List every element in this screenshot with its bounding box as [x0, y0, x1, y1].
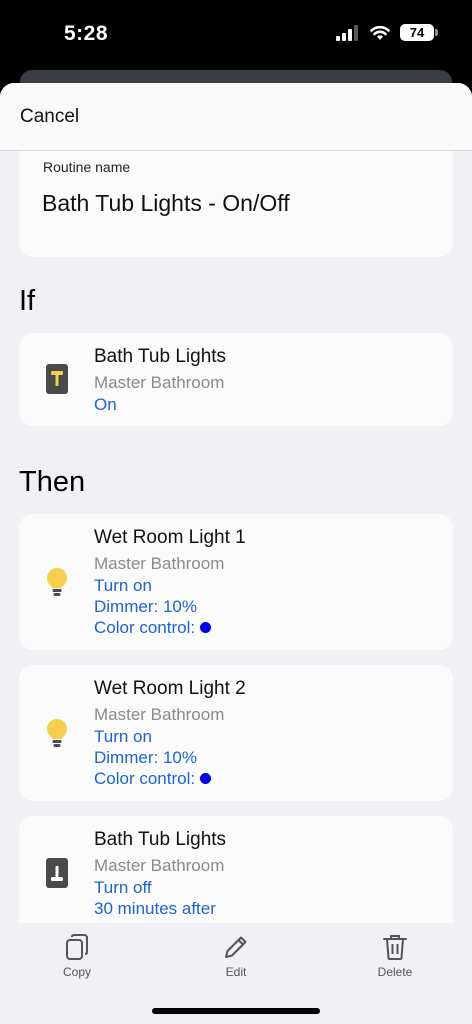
action-device-name: Wet Room Light 1 — [94, 527, 246, 548]
action-delay: 30 minutes after — [94, 899, 216, 918]
action-dimmer: Dimmer: 10% — [94, 748, 197, 767]
copy-button[interactable]: Copy — [37, 933, 117, 979]
routine-name-label: Routine name — [43, 159, 131, 175]
action-dimmer: Dimmer: 10% — [94, 597, 197, 616]
status-icons: 74 — [336, 24, 438, 41]
status-bar: 5:28 74 — [0, 0, 472, 72]
action-power: Turn on — [94, 576, 152, 595]
cancel-button[interactable]: Cancel — [20, 106, 79, 128]
then-action-card[interactable]: Wet Room Light 2 Master Bathroom Turn on… — [19, 665, 453, 801]
then-section-title: Then — [19, 466, 86, 498]
copy-label: Copy — [62, 965, 91, 979]
home-indicator — [152, 1008, 320, 1014]
if-device-room: Master Bathroom — [94, 373, 225, 392]
if-device-state: On — [94, 395, 117, 414]
action-color-label: Color control: — [94, 618, 196, 637]
status-time: 5:28 — [64, 22, 109, 45]
if-device-name: Bath Tub Lights — [94, 346, 227, 367]
action-color-control: Color control: — [94, 618, 212, 638]
edit-button[interactable]: Edit — [196, 933, 276, 979]
battery-level: 74 — [409, 25, 425, 40]
pencil-icon — [225, 936, 247, 958]
copy-icon — [66, 934, 88, 960]
action-power: Turn off — [94, 878, 152, 897]
action-color-label: Color control: — [94, 769, 196, 788]
action-color-control: Color control: — [94, 769, 212, 789]
if-condition-card[interactable]: Bath Tub Lights Master Bathroom On — [19, 333, 453, 426]
sheet-header: Cancel — [0, 83, 472, 151]
color-swatch — [200, 622, 212, 633]
battery-icon: 74 — [400, 24, 438, 41]
then-action-card[interactable]: Wet Room Light 1 Master Bathroom Turn on… — [19, 514, 453, 650]
action-device-room: Master Bathroom — [94, 705, 225, 724]
switch-on-icon — [46, 364, 68, 394]
routine-sheet: Cancel Routine name Bath Tub Lights - On… — [0, 83, 472, 1024]
color-swatch — [200, 773, 212, 784]
routine-name-value[interactable]: Bath Tub Lights - On/Off — [42, 190, 290, 217]
action-power: Turn on — [94, 727, 152, 746]
action-device-room: Master Bathroom — [94, 856, 225, 875]
trash-icon — [383, 935, 407, 960]
wifi-icon — [370, 25, 390, 40]
action-device-name: Wet Room Light 2 — [94, 678, 246, 699]
light-bulb-icon — [47, 719, 67, 747]
edit-label: Edit — [225, 965, 247, 979]
cellular-signal-icon — [336, 24, 358, 41]
light-bulb-icon — [47, 568, 67, 596]
switch-off-icon — [46, 858, 68, 888]
if-section-title: If — [19, 285, 36, 317]
action-device-room: Master Bathroom — [94, 554, 225, 573]
delete-label: Delete — [377, 965, 413, 979]
action-device-name: Bath Tub Lights — [94, 829, 227, 850]
delete-button[interactable]: Delete — [355, 933, 435, 979]
